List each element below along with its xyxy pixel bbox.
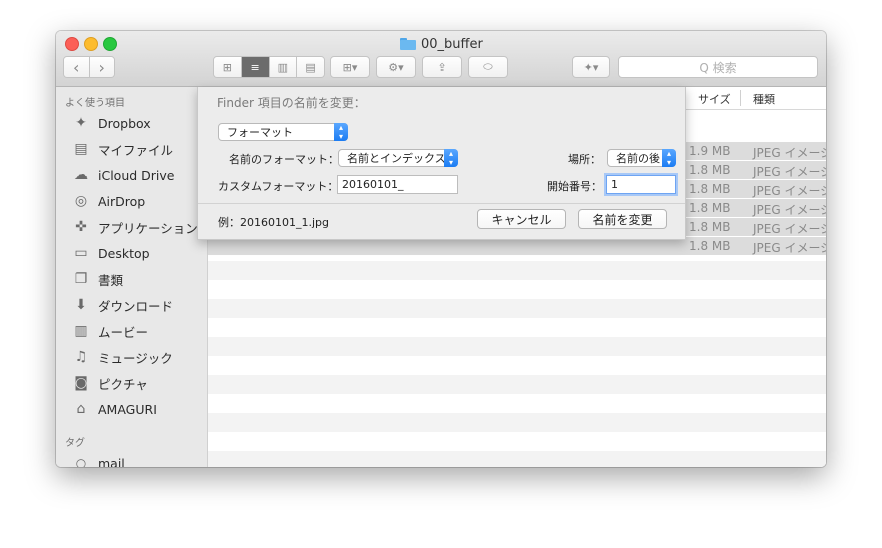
- sidebar-item-label: Dropbox: [98, 115, 151, 131]
- sidebar-item-documents[interactable]: ❐ 書類: [72, 269, 123, 289]
- list-view-button[interactable]: ≡: [241, 57, 270, 77]
- sidebar-item-label: ダウンロード: [98, 298, 174, 314]
- popup-arrows-icon: ▴ ▾: [334, 123, 348, 141]
- sidebar-item-movies[interactable]: ▥ ムービー: [72, 321, 148, 341]
- favorites-header: よく使う項目: [65, 98, 125, 109]
- group-button[interactable]: ⊞▾: [330, 56, 370, 78]
- location-popup[interactable]: 名前の後 ▴ ▾: [607, 149, 676, 167]
- titlebar: 00_buffer ‹ › ⊞ ≡ ▥ ▤ ⊞▾ ⚙▾ ⇪ ⬭ ✦▾ Q 検索: [56, 31, 826, 87]
- window-title-text: 00_buffer: [421, 36, 483, 52]
- size-cell: 1.8 MB: [689, 220, 731, 234]
- share-button[interactable]: ⇪: [422, 56, 462, 78]
- view-mode-control: ⊞ ≡ ▥ ▤: [213, 56, 325, 78]
- rename-button[interactable]: 名前を変更: [578, 209, 667, 229]
- dropbox-icon: ✦: [75, 115, 87, 131]
- zoom-button[interactable]: [103, 37, 117, 51]
- kind-cell: JPEG イメージ: [753, 222, 826, 236]
- desktop-icon: ▭: [74, 245, 88, 261]
- pictures-icon: ◙: [74, 375, 88, 391]
- forward-button[interactable]: ›: [89, 57, 114, 77]
- folder-icon: [400, 38, 416, 50]
- documents-icon: ❐: [74, 271, 88, 287]
- action-button[interactable]: ⚙▾: [376, 56, 416, 78]
- sidebar-item-icloud[interactable]: ☁ iCloud Drive: [72, 165, 174, 185]
- start-number-label: 開始番号：: [547, 180, 602, 193]
- nav-back-forward: ‹ ›: [63, 56, 115, 78]
- rename-mode-value: フォーマット: [227, 126, 293, 139]
- home-icon: ⌂: [76, 401, 86, 417]
- kind-cell: JPEG イメージ: [753, 146, 826, 160]
- movies-icon: ▥: [74, 323, 88, 339]
- popup-arrows-icon: ▴ ▾: [444, 149, 458, 167]
- search-placeholder: Q 検索: [699, 60, 737, 75]
- finder-window: 00_buffer ‹ › ⊞ ≡ ▥ ▤ ⊞▾ ⚙▾ ⇪ ⬭ ✦▾ Q 検索 …: [56, 31, 826, 467]
- sidebar-item-label: ピクチャ: [98, 376, 148, 392]
- custom-format-field[interactable]: 20160101_: [337, 175, 458, 194]
- sidebar-item-airdrop[interactable]: ◎ AirDrop: [72, 191, 145, 211]
- applications-icon: ✜: [75, 219, 87, 235]
- tags-header: タグ: [65, 438, 85, 449]
- sidebar-item-applications[interactable]: ✜ アプリケーション: [72, 217, 198, 237]
- search-field[interactable]: Q 検索: [618, 56, 818, 78]
- sidebar-item-label: マイファイル: [98, 142, 174, 158]
- custom-format-label: カスタムフォーマット：: [218, 180, 339, 193]
- size-cell: 1.8 MB: [689, 239, 731, 253]
- sidebar-item-label: AMAGURI: [98, 401, 157, 417]
- sidebar-item-label: AirDrop: [98, 193, 146, 209]
- minimize-button[interactable]: [84, 37, 98, 51]
- music-icon: ♫: [74, 349, 88, 365]
- size-cell: 1.8 MB: [689, 182, 731, 196]
- tag-circle-icon: ○: [75, 456, 87, 467]
- size-cell: 1.9 MB: [689, 144, 731, 158]
- name-format-popup[interactable]: 名前とインデックス ▴ ▾: [338, 149, 458, 167]
- airdrop-icon: ◎: [74, 193, 88, 209]
- tag-button[interactable]: ⬭: [468, 56, 508, 78]
- size-cell: 1.8 MB: [689, 163, 731, 177]
- kind-cell: JPEG イメージ: [753, 184, 826, 198]
- cancel-button[interactable]: キャンセル: [477, 209, 566, 229]
- window-title: 00_buffer: [400, 35, 483, 53]
- sidebar-item-music[interactable]: ♫ ミュージック: [72, 347, 173, 367]
- close-button[interactable]: [65, 37, 79, 51]
- sidebar-tag-mail[interactable]: ○ mail: [72, 453, 125, 468]
- example-text: 例：20160101_1.jpg: [218, 216, 330, 229]
- start-number-field[interactable]: 1: [606, 175, 676, 194]
- sidebar-item-desktop[interactable]: ▭ Desktop: [72, 243, 150, 263]
- rename-mode-popup[interactable]: フォーマット ▴ ▾: [218, 123, 348, 141]
- name-format-value: 名前とインデックス: [347, 152, 446, 165]
- sidebar-item-label: Desktop: [98, 245, 150, 261]
- sidebar-item-label: ミュージック: [98, 350, 173, 366]
- popup-arrows-icon: ▴ ▾: [662, 149, 676, 167]
- name-format-label: 名前のフォーマット：: [229, 153, 339, 166]
- size-cell: 1.8 MB: [689, 201, 731, 215]
- sidebar-item-myfiles[interactable]: ▤ マイファイル: [72, 139, 173, 159]
- back-button[interactable]: ‹: [64, 57, 90, 77]
- sidebar-item-label: アプリケーション: [98, 220, 198, 236]
- sidebar-item-label: iCloud Drive: [98, 167, 175, 183]
- sidebar-item-downloads[interactable]: ⬇ ダウンロード: [72, 295, 173, 315]
- location-value: 名前の後: [616, 152, 660, 165]
- sidebar-item-dropbox[interactable]: ✦ Dropbox: [72, 113, 151, 133]
- kind-cell: JPEG イメージ: [753, 203, 826, 217]
- sidebar-item-home[interactable]: ⌂ AMAGURI: [72, 399, 157, 419]
- sheet-title: Finder 項目の名前を変更：: [217, 96, 366, 110]
- myfiles-icon: ▤: [74, 141, 88, 157]
- downloads-icon: ⬇: [75, 297, 87, 313]
- cloud-icon: ☁: [74, 167, 88, 183]
- coverflow-view-button[interactable]: ▤: [297, 57, 324, 77]
- sidebar-item-label: 書類: [98, 272, 124, 288]
- size-column-header[interactable]: サイズ: [698, 91, 731, 107]
- icon-view-button[interactable]: ⊞: [214, 57, 242, 77]
- sidebar-item-label: mail: [98, 455, 125, 468]
- column-view-button[interactable]: ▥: [269, 57, 298, 77]
- kind-cell: JPEG イメージ: [753, 165, 826, 179]
- dropbox-toolbar-button[interactable]: ✦▾: [572, 56, 610, 78]
- location-label: 場所：: [568, 153, 601, 166]
- sidebar-item-label: ムービー: [98, 324, 149, 340]
- kind-column-header[interactable]: 種類: [753, 91, 775, 107]
- kind-cell: JPEG イメージ: [753, 241, 826, 255]
- sidebar-item-pictures[interactable]: ◙ ピクチャ: [72, 373, 148, 393]
- rename-sheet: Finder 項目の名前を変更： フォーマット ▴ ▾ 名前のフォーマット： 名前…: [197, 87, 686, 240]
- sidebar: よく使う項目 ✦ Dropbox ▤ マイファイル ☁ iCloud Drive…: [56, 87, 208, 467]
